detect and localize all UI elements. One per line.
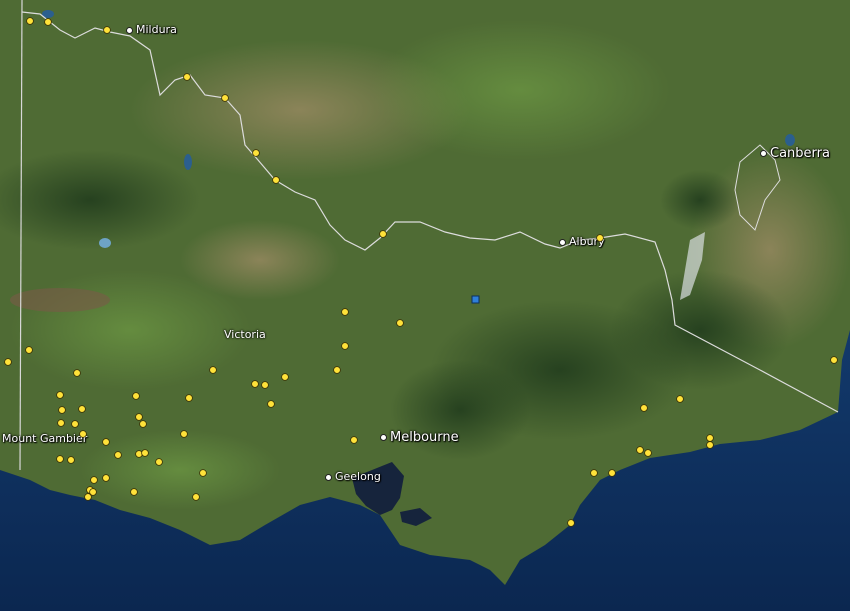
markers-layer — [4, 17, 838, 527]
site-marker[interactable] — [25, 346, 33, 354]
site-marker[interactable] — [333, 366, 341, 374]
site-marker[interactable] — [199, 469, 207, 477]
site-marker[interactable] — [221, 94, 229, 102]
site-marker[interactable] — [596, 234, 604, 242]
site-marker[interactable] — [183, 73, 191, 81]
site-marker[interactable] — [379, 230, 387, 238]
site-marker[interactable] — [102, 474, 110, 482]
selected-site-marker[interactable] — [471, 295, 480, 304]
site-marker[interactable] — [155, 458, 163, 466]
site-marker[interactable] — [192, 493, 200, 501]
site-marker[interactable] — [272, 176, 280, 184]
site-marker[interactable] — [58, 406, 66, 414]
site-marker[interactable] — [90, 476, 98, 484]
site-marker[interactable] — [139, 420, 147, 428]
site-marker[interactable] — [84, 493, 92, 501]
site-marker[interactable] — [608, 469, 616, 477]
site-marker[interactable] — [114, 451, 122, 459]
site-marker[interactable] — [67, 456, 75, 464]
site-marker[interactable] — [252, 149, 260, 157]
site-marker[interactable] — [706, 441, 714, 449]
site-marker[interactable] — [132, 392, 140, 400]
site-marker[interactable] — [350, 436, 358, 444]
site-marker[interactable] — [141, 449, 149, 457]
site-marker[interactable] — [281, 373, 289, 381]
map-view[interactable]: Mildura Canberra Albury Victoria Mount G… — [0, 0, 850, 611]
site-marker[interactable] — [102, 438, 110, 446]
site-marker[interactable] — [103, 26, 111, 34]
site-marker[interactable] — [830, 356, 838, 364]
site-marker[interactable] — [130, 488, 138, 496]
site-marker[interactable] — [180, 430, 188, 438]
site-marker[interactable] — [706, 434, 714, 442]
site-marker[interactable] — [44, 18, 52, 26]
site-marker[interactable] — [396, 319, 404, 327]
site-marker[interactable] — [640, 404, 648, 412]
site-marker[interactable] — [185, 394, 193, 402]
site-marker[interactable] — [56, 455, 64, 463]
site-marker[interactable] — [341, 308, 349, 316]
site-marker[interactable] — [78, 405, 86, 413]
site-marker[interactable] — [676, 395, 684, 403]
site-marker[interactable] — [567, 519, 575, 527]
site-marker[interactable] — [4, 358, 12, 366]
site-marker[interactable] — [590, 469, 598, 477]
site-marker[interactable] — [57, 419, 65, 427]
site-marker[interactable] — [135, 413, 143, 421]
site-marker[interactable] — [56, 391, 64, 399]
site-marker[interactable] — [251, 380, 259, 388]
site-marker[interactable] — [341, 342, 349, 350]
site-marker[interactable] — [636, 446, 644, 454]
site-marker[interactable] — [644, 449, 652, 457]
site-marker[interactable] — [209, 366, 217, 374]
site-marker[interactable] — [26, 17, 34, 25]
site-marker[interactable] — [71, 420, 79, 428]
site-marker[interactable] — [79, 430, 87, 438]
site-marker[interactable] — [261, 381, 269, 389]
site-marker[interactable] — [73, 369, 81, 377]
site-marker[interactable] — [267, 400, 275, 408]
